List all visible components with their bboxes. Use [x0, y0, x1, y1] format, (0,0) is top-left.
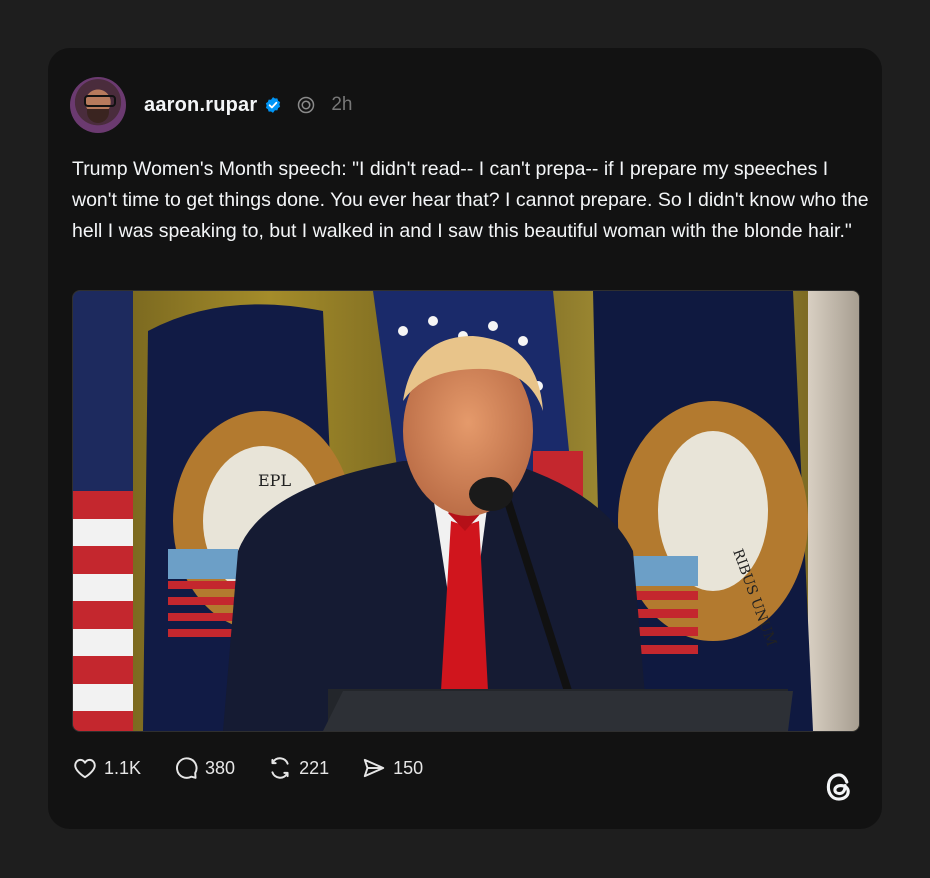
seal-text-left: EPL — [258, 471, 291, 490]
post-card[interactable]: aaron.rupar 2h Trump Women's Month speec… — [48, 48, 882, 829]
like-button[interactable]: 1.1K — [72, 755, 141, 781]
action-bar: 1.1K 380 221 150 — [72, 754, 455, 782]
send-icon — [363, 758, 385, 778]
post-body-text: Trump Women's Month speech: "I didn't re… — [72, 158, 869, 242]
reply-button[interactable]: 380 — [173, 755, 235, 781]
heart-icon — [74, 758, 96, 779]
repost-button[interactable]: 221 — [267, 755, 329, 781]
username[interactable]: aaron.rupar — [144, 94, 257, 117]
repost-count: 221 — [299, 757, 330, 778]
post-video-thumbnail[interactable]: EPL RIBUS UNUM — [72, 290, 860, 732]
avatar[interactable] — [70, 77, 126, 133]
reply-count: 380 — [205, 757, 236, 778]
share-count: 150 — [393, 757, 424, 778]
verified-badge-icon — [266, 97, 281, 113]
threads-logo-icon[interactable] — [822, 770, 856, 804]
reposted-by-icon — [298, 96, 315, 114]
post-timestamp[interactable]: 2h — [331, 94, 352, 116]
repost-arrows-icon — [271, 757, 289, 779]
post-header: aaron.rupar 2h — [70, 76, 352, 134]
share-button[interactable]: 150 — [361, 755, 423, 781]
like-count: 1.1K — [104, 757, 142, 778]
speech-bubble-icon — [176, 757, 198, 779]
